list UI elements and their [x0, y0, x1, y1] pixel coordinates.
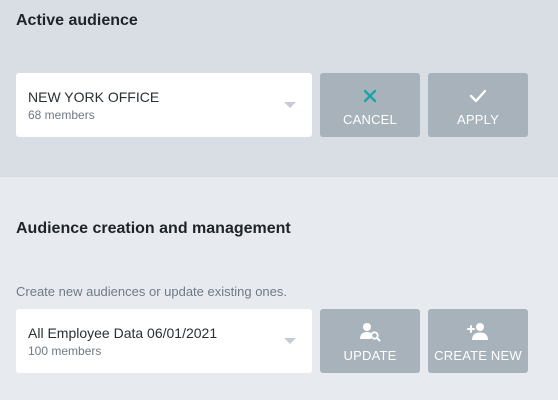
- active-audience-section: Active audience NEW YORK OFFICE 68 membe…: [0, 0, 558, 177]
- update-button[interactable]: UPDATE: [320, 309, 420, 373]
- audience-data-select-title: All Employee Data 06/01/2021: [28, 325, 218, 341]
- chevron-down-icon: [284, 338, 296, 344]
- add-user-icon: [428, 321, 528, 343]
- audience-data-select-count: 100 members: [28, 344, 102, 358]
- check-icon: [428, 85, 528, 107]
- active-audience-select-count: 68 members: [28, 108, 95, 122]
- cancel-button-label: CANCEL: [343, 112, 397, 127]
- update-button-label: UPDATE: [343, 348, 397, 363]
- close-icon: [320, 85, 420, 107]
- user-search-icon: [320, 321, 420, 343]
- create-new-button-label: CREATE NEW: [434, 348, 522, 363]
- chevron-down-icon: [284, 102, 296, 108]
- active-audience-select[interactable]: NEW YORK OFFICE 68 members: [16, 73, 312, 137]
- active-audience-select-title: NEW YORK OFFICE: [28, 89, 160, 105]
- audience-management-heading: Audience creation and management: [16, 220, 291, 237]
- audience-management-description: Create new audiences or update existing …: [16, 284, 288, 299]
- active-audience-heading: Active audience: [16, 12, 138, 29]
- cancel-button[interactable]: CANCEL: [320, 73, 420, 137]
- create-new-button[interactable]: CREATE NEW: [428, 309, 528, 373]
- audience-data-select[interactable]: All Employee Data 06/01/2021 100 members: [16, 309, 312, 373]
- apply-button[interactable]: APPLY: [428, 73, 528, 137]
- apply-button-label: APPLY: [457, 112, 499, 127]
